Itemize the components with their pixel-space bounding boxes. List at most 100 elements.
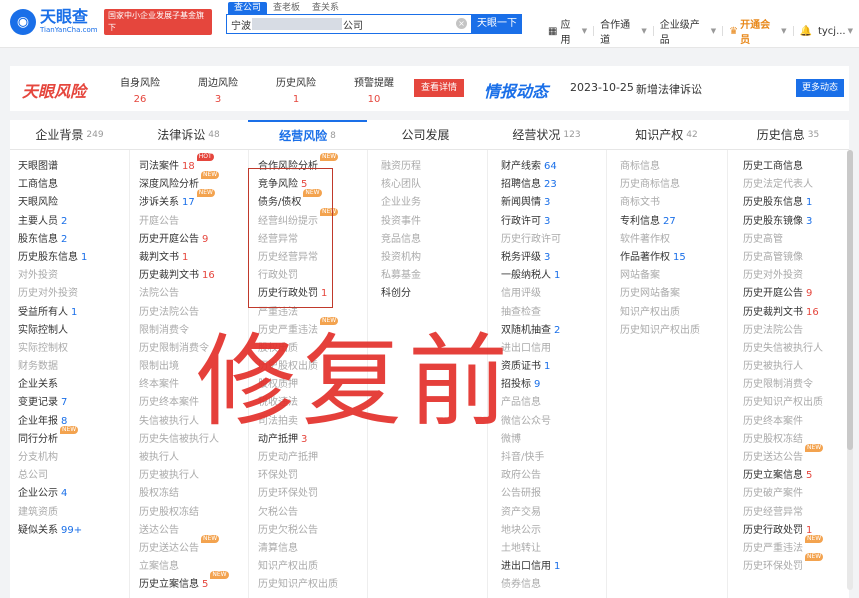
- category-item[interactable]: 历史立案信息 5NEW: [139, 571, 229, 594]
- search-input[interactable]: 宁波 公司: [227, 15, 455, 33]
- category-item[interactable]: 分支机构: [18, 449, 87, 467]
- category-item[interactable]: 软件著作权: [620, 231, 700, 249]
- category-item[interactable]: 招聘信息 23: [501, 176, 561, 194]
- category-item[interactable]: 财务数据: [18, 358, 87, 376]
- category-item[interactable]: 涉诉关系 17NEW: [139, 189, 229, 212]
- category-item[interactable]: 知识产权出质: [258, 558, 338, 576]
- tab-company[interactable]: 查公司: [228, 2, 268, 14]
- category-item[interactable]: 历史股权冻结: [139, 504, 229, 522]
- category-item[interactable]: 股东信息 2: [18, 231, 87, 249]
- scroll-thumb[interactable]: [847, 150, 853, 450]
- category-item[interactable]: 开庭公告: [139, 213, 229, 231]
- nav-user[interactable]: tycj... ▼: [818, 26, 853, 37]
- category-item[interactable]: 历史失信被执行人: [743, 340, 823, 358]
- category-item[interactable]: 历史终本案件: [743, 413, 823, 431]
- risk-stat-self[interactable]: 自身风险 26: [110, 74, 170, 105]
- category-item[interactable]: 股权冻结: [139, 485, 229, 503]
- category-item[interactable]: 核心团队: [381, 176, 421, 194]
- category-item[interactable]: 主要人员 2: [18, 213, 87, 231]
- category-item[interactable]: 企业公示 4: [18, 485, 87, 503]
- category-item[interactable]: 被执行人: [139, 449, 229, 467]
- category-item[interactable]: 历史对外投资: [18, 285, 87, 303]
- category-item[interactable]: 信用评级: [501, 285, 561, 303]
- category-item[interactable]: 历史高管: [743, 231, 823, 249]
- category-item[interactable]: 地块公示: [501, 522, 561, 540]
- category-item[interactable]: 历史立案信息 5: [743, 467, 823, 485]
- category-item[interactable]: 历史股东信息 1: [18, 249, 87, 267]
- category-item[interactable]: 历史送达公告NEW: [743, 444, 824, 467]
- category-item[interactable]: 工商信息: [18, 176, 87, 194]
- category-item[interactable]: 投资机构: [381, 249, 421, 267]
- category-item[interactable]: 商标文书: [620, 194, 700, 212]
- category-item[interactable]: 天眼风险: [18, 194, 87, 212]
- category-item[interactable]: 土地转让: [501, 540, 561, 558]
- category-item[interactable]: 裁判文书 1: [139, 249, 229, 267]
- category-item[interactable]: 欠税公告: [258, 504, 338, 522]
- news-text[interactable]: 新增法律诉讼: [636, 81, 702, 97]
- category-item[interactable]: 历史开庭公告 9: [139, 231, 229, 249]
- category-item[interactable]: 私募基金: [381, 267, 421, 285]
- category-item[interactable]: 历史被执行人: [743, 358, 823, 376]
- category-item[interactable]: 投资事件: [381, 213, 421, 231]
- tab-development[interactable]: 公司发展: [367, 120, 487, 150]
- category-item[interactable]: 新闻舆情 3: [501, 194, 561, 212]
- category-item[interactable]: 抽查检查: [501, 304, 561, 322]
- category-item[interactable]: 历史知识产权出质: [743, 394, 823, 412]
- risk-stat-warning[interactable]: 预警提醒 10: [344, 74, 404, 105]
- nav-vip[interactable]: ♛ 开通会员 ▼: [729, 16, 786, 46]
- category-item[interactable]: 历史股东信息 1: [743, 194, 823, 212]
- category-item[interactable]: 实际控制权: [18, 340, 87, 358]
- nav-cooperation[interactable]: 合作通道 ▼: [600, 16, 647, 46]
- category-item[interactable]: 行政许可 3: [501, 213, 561, 231]
- risk-stat-around[interactable]: 周边风险 3: [188, 74, 248, 105]
- category-item[interactable]: 历史开庭公告 9: [743, 285, 823, 303]
- search-box[interactable]: 宁波 公司 ×: [226, 14, 472, 34]
- category-item[interactable]: 商标信息: [620, 158, 700, 176]
- category-item[interactable]: 融资历程: [381, 158, 421, 176]
- category-item[interactable]: 历史法院公告: [139, 304, 229, 322]
- category-item[interactable]: 历史限制消费令: [743, 376, 823, 394]
- category-item[interactable]: 对外投资: [18, 267, 87, 285]
- category-item[interactable]: 科创分: [381, 285, 421, 303]
- category-item[interactable]: 历史被执行人: [139, 467, 229, 485]
- category-item[interactable]: 企业业务: [381, 194, 421, 212]
- category-item[interactable]: 历史法院公告: [743, 322, 823, 340]
- tab-enterprise-background[interactable]: 企业背景 249: [10, 120, 129, 150]
- category-item[interactable]: 一般纳税人 1: [501, 267, 561, 285]
- category-item[interactable]: 历史裁判文书 16: [139, 267, 229, 285]
- logo[interactable]: ◉ 天眼查 TianYanCha.com: [10, 8, 98, 35]
- category-item[interactable]: 历史高管镜像: [743, 249, 823, 267]
- category-item[interactable]: 进出口信用 1: [501, 558, 561, 576]
- category-item[interactable]: 历史对外投资: [743, 267, 823, 285]
- category-item[interactable]: 作品著作权 15: [620, 249, 700, 267]
- tab-history[interactable]: 历史信息 35: [727, 120, 849, 150]
- category-item[interactable]: 竞品信息: [381, 231, 421, 249]
- category-item[interactable]: 历史商标信息: [620, 176, 700, 194]
- tab-business-risk[interactable]: 经营风险 8: [248, 120, 367, 150]
- category-item[interactable]: 债券信息: [501, 576, 561, 594]
- category-item[interactable]: 历史知识产权出质: [620, 322, 700, 340]
- category-item[interactable]: 历史股东镜像 3: [743, 213, 823, 231]
- category-item[interactable]: 历史知识产权出质: [258, 576, 338, 594]
- category-item[interactable]: 历史行政许可: [501, 231, 561, 249]
- category-item[interactable]: 历史动产抵押: [258, 449, 338, 467]
- clear-icon[interactable]: ×: [456, 18, 467, 29]
- category-item[interactable]: 历史环保处罚: [258, 485, 338, 503]
- nav-enterprise[interactable]: 企业级产品 ▼: [660, 16, 716, 46]
- tab-ip[interactable]: 知识产权 42: [606, 120, 727, 150]
- category-item[interactable]: 变更记录 7: [18, 394, 87, 412]
- category-item[interactable]: 实际控制人: [18, 322, 87, 340]
- category-item[interactable]: 建筑资质: [18, 504, 87, 522]
- tab-operation[interactable]: 经营状况 123: [487, 120, 606, 150]
- category-item[interactable]: 财产线索 64: [501, 158, 561, 176]
- risk-stat-history[interactable]: 历史风险 1: [266, 74, 326, 105]
- category-item[interactable]: 知识产权出质: [620, 304, 700, 322]
- tab-relation[interactable]: 查关系: [306, 2, 345, 14]
- category-item[interactable]: 同行分析NEW: [18, 425, 87, 449]
- category-item[interactable]: 历史法定代表人: [743, 176, 823, 194]
- category-item[interactable]: 历史环保处罚NEW: [743, 553, 824, 576]
- category-item[interactable]: 天眼图谱: [18, 158, 87, 176]
- category-item[interactable]: 政府公告: [501, 467, 561, 485]
- category-item[interactable]: 公告研报: [501, 485, 561, 503]
- more-news-button[interactable]: 更多动态: [796, 79, 844, 97]
